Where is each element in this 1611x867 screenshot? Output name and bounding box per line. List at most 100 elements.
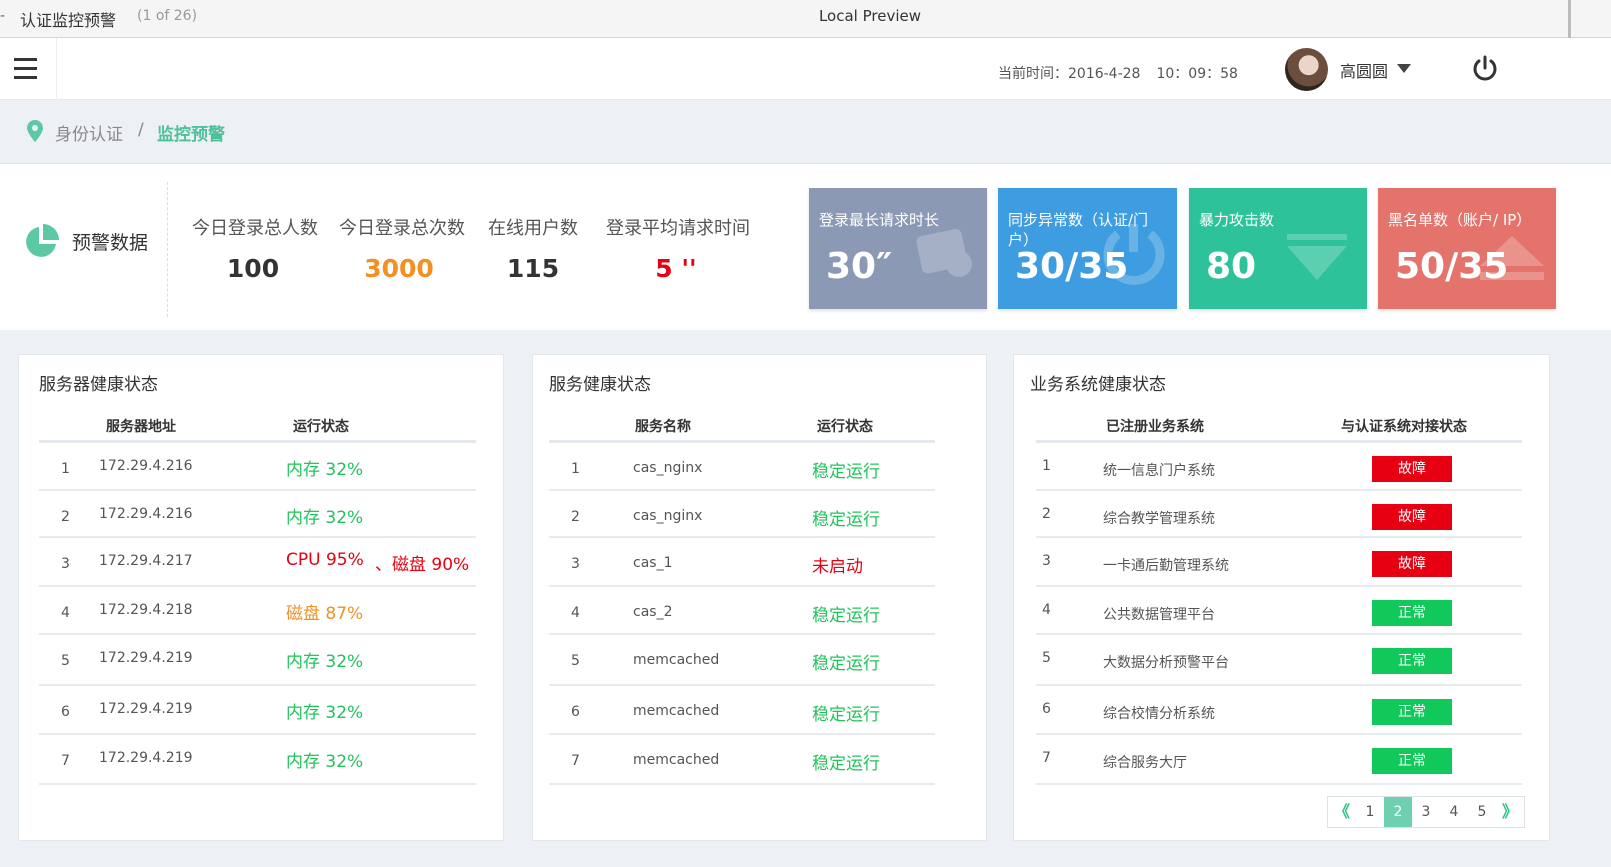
- pager-next[interactable]: 》: [1496, 797, 1524, 827]
- business-system-name: 一卡通后勤管理系统: [1103, 558, 1229, 574]
- preview-scrollbar[interactable]: [1568, 0, 1571, 38]
- clipboard-close-icon: [916, 228, 972, 277]
- status-badge: 故障: [1372, 456, 1452, 482]
- business-system-name: 综合教学管理系统: [1103, 511, 1215, 527]
- metric-value: 5 '': [655, 254, 697, 283]
- service-name: cas_nginx: [633, 460, 703, 476]
- row-index: 5: [61, 653, 70, 669]
- status-badge: 正常: [1372, 699, 1452, 725]
- server-address: 172.29.4.219: [99, 701, 193, 717]
- table-header: 已注册业务系统 与认证系统对接状态: [1036, 406, 1522, 443]
- service-name: memcached: [633, 752, 720, 768]
- table-header: 服务名称 运行状态: [549, 406, 935, 443]
- breadcrumb-parent[interactable]: 身份认证: [55, 120, 123, 145]
- table-row: 1 172.29.4.216 内存 32%: [39, 443, 476, 491]
- table-row: 6 综合校情分析系统 正常: [1036, 686, 1522, 735]
- table-row: 3 172.29.4.217 CPU 95% 、磁盘 90%: [39, 538, 476, 587]
- metric-total-users: 今日登录总人数 100: [192, 214, 318, 283]
- card-value: 30″: [826, 246, 893, 287]
- row-index: 2: [1042, 506, 1051, 522]
- run-status: 稳定运行: [812, 705, 880, 725]
- row-index: 2: [61, 509, 70, 525]
- current-date: 当前时间：2016-4-28: [998, 66, 1141, 82]
- card-title: 暴力攻击数: [1199, 211, 1275, 229]
- pager-page[interactable]: 1: [1356, 797, 1384, 827]
- table-row: 4 cas_2 稳定运行: [549, 587, 935, 635]
- server-health-panel: 服务器健康状态 服务器地址 运行状态 1 172.29.4.216 内存 32% 2 1…: [18, 354, 504, 841]
- run-status: 未启动: [812, 557, 863, 577]
- card-max-request-time[interactable]: 登录最长请求时长 30″: [809, 188, 987, 309]
- metric-total-logins: 今日登录总次数 3000: [339, 214, 465, 283]
- chevron-down-icon[interactable]: [1397, 64, 1411, 73]
- pager-page[interactable]: 4: [1440, 797, 1468, 827]
- pager-prev[interactable]: 《: [1328, 797, 1356, 827]
- metric-value: 115: [506, 254, 560, 283]
- table-row: 7 172.29.4.219 内存 32%: [39, 735, 476, 785]
- server-address: 172.29.4.218: [99, 602, 193, 618]
- panel-title: 服务健康状态: [549, 375, 651, 395]
- metric-value: 100: [226, 254, 280, 283]
- panel-title: 服务器健康状态: [39, 375, 158, 395]
- table-row: 4 172.29.4.218 磁盘 87%: [39, 587, 476, 635]
- current-datetime: 当前时间：2016-4-28 10：09：58: [998, 63, 1238, 83]
- breadcrumb: 身份认证 / 监控预警: [0, 100, 1611, 164]
- table-row: 3 一卡通后勤管理系统 故障: [1036, 538, 1522, 587]
- column-header: 已注册业务系统: [1106, 419, 1204, 435]
- service-name: cas_2: [633, 604, 673, 620]
- server-address: 172.29.4.216: [99, 458, 193, 474]
- business-table: 已注册业务系统 与认证系统对接状态 1 统一信息门户系统 故障 2 综合教学管理系统 故障…: [1036, 406, 1522, 785]
- row-index: 5: [571, 653, 580, 669]
- pie-chart-icon: [26, 224, 59, 257]
- menu-button[interactable]: [0, 38, 57, 100]
- pager-page[interactable]: 3: [1412, 797, 1440, 827]
- card-blacklist[interactable]: 黑名单数（账户/ IP） 50/35: [1378, 188, 1556, 309]
- row-index: 7: [61, 753, 70, 769]
- row-index: 4: [571, 605, 580, 621]
- card-sync-errors[interactable]: 同步异常数（认证/门户） 30/35: [998, 188, 1177, 309]
- power-icon[interactable]: [1470, 54, 1500, 84]
- table-row: 2 综合教学管理系统 故障: [1036, 491, 1522, 538]
- user-name[interactable]: 高圆圆: [1340, 58, 1388, 82]
- run-status: 稳定运行: [812, 510, 880, 530]
- metric-avg-request-time: 登录平均请求时间 5 '': [606, 214, 750, 283]
- column-header: 服务器地址: [106, 419, 176, 435]
- metric-label: 登录平均请求时间: [606, 218, 750, 239]
- card-brute-force[interactable]: 暴力攻击数 80: [1189, 188, 1367, 309]
- row-index: 7: [571, 753, 580, 769]
- divider: [167, 182, 168, 317]
- table-row: 6 memcached 稳定运行: [549, 686, 935, 735]
- table-row: 4 公共数据管理平台 正常: [1036, 587, 1522, 635]
- server-table: 服务器地址 运行状态 1 172.29.4.216 内存 32% 2 172.29.4.…: [39, 406, 476, 785]
- table-row: 5 172.29.4.219 内存 32%: [39, 635, 476, 686]
- row-index: 6: [61, 704, 70, 720]
- run-status: 内存 32%: [286, 752, 364, 772]
- row-index: 2: [571, 509, 580, 525]
- run-status: 内存 32%: [286, 460, 364, 480]
- hamburger-icon-line: [14, 76, 37, 79]
- preview-window-title: Local Preview: [818, 7, 922, 25]
- row-index: 3: [61, 556, 70, 572]
- pager-page[interactable]: 5: [1468, 797, 1496, 827]
- warning-data-label: 预警数据: [72, 232, 149, 254]
- business-health-panel: 业务系统健康状态 已注册业务系统 与认证系统对接状态 1 统一信息门户系统 故障 2 综…: [1013, 354, 1550, 841]
- row-index: 6: [1042, 701, 1051, 717]
- server-address: 172.29.4.219: [99, 750, 193, 766]
- metric-label: 今日登录总人数: [192, 218, 318, 239]
- table-row: 3 cas_1 未启动: [549, 538, 935, 587]
- table-row: 1 统一信息门户系统 故障: [1036, 443, 1522, 491]
- stats-band: 预警数据 今日登录总人数 100 今日登录总次数 3000 在线用户数 115 …: [0, 164, 1611, 330]
- business-system-name: 综合服务大厅: [1103, 755, 1187, 771]
- service-name: memcached: [633, 703, 720, 719]
- pager-page[interactable]: 2: [1384, 797, 1412, 827]
- column-header: 服务名称: [635, 419, 691, 435]
- avatar[interactable]: [1285, 48, 1328, 91]
- business-system-name: 统一信息门户系统: [1103, 463, 1215, 479]
- run-status: 内存 32%: [286, 652, 364, 672]
- status-badge: 正常: [1372, 648, 1452, 674]
- metric-online-users: 在线用户数 115: [488, 214, 578, 283]
- run-status: CPU 95%: [286, 550, 364, 570]
- table-row: 5 大数据分析预警平台 正常: [1036, 635, 1522, 686]
- hamburger-icon-line: [14, 67, 37, 70]
- service-table: 服务名称 运行状态 1 cas_nginx 稳定运行 2 cas_nginx 稳定运行 3 c…: [549, 406, 935, 785]
- hamburger-icon: [14, 58, 37, 61]
